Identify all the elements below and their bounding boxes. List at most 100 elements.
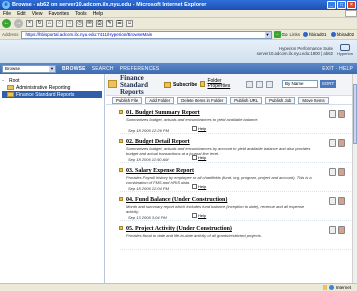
nav-exit-help[interactable]: EXIT · HELP xyxy=(322,66,357,72)
ie-logo-icon: e xyxy=(2,1,10,9)
sort-button[interactable]: SORT xyxy=(320,80,336,88)
minimize-button[interactable]: _ xyxy=(327,1,336,9)
list-item: 05. Project Activity (Under Construction… xyxy=(119,221,353,250)
report-icon xyxy=(119,168,123,172)
chevron-down-icon[interactable]: ▼ xyxy=(264,31,271,38)
sort-select[interactable]: By Name xyxy=(282,80,318,88)
publish-url-button[interactable]: Publish URL xyxy=(230,96,263,104)
app-nav: Browse ▼ BROWSE SEARCH PREFERENCES EXIT … xyxy=(0,63,357,74)
favorites-star-icon[interactable]: ☆ xyxy=(66,20,73,27)
menu-help[interactable]: Help xyxy=(93,10,103,17)
server-line: server10.adcom.ilx.nyu.edu:1800 | ab62 xyxy=(256,51,333,56)
maximize-button[interactable]: □ xyxy=(337,1,346,9)
list-view-icon[interactable] xyxy=(266,81,273,88)
main-panel: Finance Standard Reports Subscribe Folde… xyxy=(106,74,357,283)
delete-icon[interactable] xyxy=(338,168,345,176)
folder-title: Finance Standard Reports xyxy=(120,74,149,96)
browser-toolbar: ← → × ↻ ⌂ ○ ☆ ◷ ✉ ⎙ ✎ ☰ ☺ xyxy=(0,18,357,30)
address-input[interactable]: https://hbisportal.adcom.ilx.nyu.edu:741… xyxy=(20,30,272,39)
tree-item-finance-standard-reports[interactable]: Finance Standard Reports xyxy=(2,91,102,98)
document-title-link[interactable]: 04. Fund Balance (Under Construction) xyxy=(126,197,227,203)
window-titlebar: e Browse - ab62 on server10.adcom.ilx.ny… xyxy=(0,0,357,10)
print-icon[interactable]: ⎙ xyxy=(96,20,103,27)
nav-search[interactable]: SEARCH xyxy=(92,66,114,72)
help-label: Help xyxy=(198,184,207,189)
help-link[interactable]: Help xyxy=(192,184,206,189)
collapse-icon[interactable]: − xyxy=(2,78,7,83)
edit-icon[interactable]: ✎ xyxy=(106,20,113,27)
search-icon[interactable]: ○ xyxy=(56,20,63,27)
tree-item-root[interactable]: − Root xyxy=(2,77,102,84)
menu-file[interactable]: File xyxy=(3,10,11,17)
go-arrow-icon: → xyxy=(273,31,281,38)
folder-properties-link[interactable]: Folder Properties xyxy=(200,79,234,89)
windows-logo-icon xyxy=(345,10,357,17)
go-button[interactable]: → Go xyxy=(273,31,288,38)
chevron-down-icon[interactable]: ▼ xyxy=(49,65,55,72)
document-date: Sep 18 2006 12:26 PM xyxy=(128,128,169,133)
address-bar: Address https://hbisportal.adcom.ilx.nyu… xyxy=(0,30,357,40)
menu-view[interactable]: View xyxy=(32,10,43,17)
menu-tools[interactable]: Tools xyxy=(75,10,87,17)
lock-icon xyxy=(322,285,327,290)
properties-icon[interactable] xyxy=(329,168,336,176)
view-select[interactable]: Browse ▼ xyxy=(2,64,56,73)
list-item: 04. Fund Balance (Under Construction) Mo… xyxy=(119,192,353,221)
report-icon xyxy=(119,226,123,230)
link-label: hbirad02 xyxy=(336,32,355,37)
home-icon[interactable]: ⌂ xyxy=(46,20,53,27)
history-icon[interactable]: ◷ xyxy=(76,20,83,27)
help-link[interactable]: Help xyxy=(192,213,206,218)
stop-icon[interactable]: × xyxy=(26,20,33,27)
delete-icon[interactable] xyxy=(338,197,345,205)
help-link[interactable]: Help xyxy=(192,126,206,131)
scrollbar-thumb[interactable] xyxy=(353,84,357,144)
delete-icon[interactable] xyxy=(338,139,345,147)
document-title-link[interactable]: 01. Budget Summary Report xyxy=(126,110,200,116)
link-label: hbirad01 xyxy=(309,32,327,37)
discuss-icon[interactable]: ☰ xyxy=(116,20,123,27)
delete-icon[interactable] xyxy=(338,110,345,118)
report-icon xyxy=(119,197,123,201)
delete-items-button[interactable]: Delete Items in Folder xyxy=(177,96,228,104)
new-folder-icon[interactable] xyxy=(256,81,263,88)
address-url: https://hbisportal.adcom.ilx.nyu.edu:741… xyxy=(25,31,153,37)
mail-icon[interactable]: ✉ xyxy=(86,20,93,27)
document-title-link[interactable]: 05. Project Activity (Under Construction… xyxy=(126,226,232,232)
delete-icon[interactable] xyxy=(338,226,345,234)
properties-icon[interactable] xyxy=(329,226,336,234)
messenger-icon[interactable]: ☺ xyxy=(126,20,133,27)
document-title-link[interactable]: 02. Budget Detail Report xyxy=(126,139,190,145)
properties-icon[interactable] xyxy=(329,197,336,205)
zone-label: Internet xyxy=(335,285,351,290)
close-button[interactable]: × xyxy=(347,1,356,9)
tree-item-administrative-reporting[interactable]: Administrative Reporting xyxy=(2,84,102,91)
forward-arrow-icon[interactable]: → xyxy=(14,19,23,28)
publish-file-button[interactable]: Publish File xyxy=(112,96,143,104)
menu-favorites[interactable]: Favorites xyxy=(48,10,69,17)
security-zone: Internet xyxy=(322,284,351,291)
refresh-icon[interactable]: ↻ xyxy=(36,20,43,27)
vertical-scrollbar[interactable] xyxy=(352,74,357,283)
document-description: Provides Payroll history by employee or … xyxy=(126,175,312,185)
move-items-button[interactable]: Move Items xyxy=(298,96,329,104)
menu-edit[interactable]: Edit xyxy=(17,10,26,17)
link-hbirad01[interactable]: hbirad01 xyxy=(302,32,328,37)
back-arrow-icon[interactable]: ← xyxy=(2,19,11,28)
tree-item-label: Administrative Reporting xyxy=(16,84,71,91)
properties-icon[interactable] xyxy=(329,110,336,118)
help-link[interactable]: Help xyxy=(192,155,206,160)
window-controls: _ □ × xyxy=(327,1,356,9)
tree-item-label: Finance Standard Reports xyxy=(16,91,75,98)
publish-job-button[interactable]: Publish Job xyxy=(265,96,296,104)
report-icon xyxy=(119,110,123,114)
nav-browse[interactable]: BROWSE xyxy=(62,66,86,72)
subscribe-link[interactable]: Subscribe xyxy=(164,82,197,88)
link-hbirad02[interactable]: hbirad02 xyxy=(330,32,356,37)
document-title-link[interactable]: 03. Salary Expense Report xyxy=(126,168,194,174)
hyperion-logo-icon xyxy=(340,44,350,51)
properties-icon[interactable] xyxy=(329,139,336,147)
add-folder-button[interactable]: Add Folder xyxy=(145,96,175,104)
nav-preferences[interactable]: PREFERENCES xyxy=(120,66,160,72)
up-folder-icon[interactable] xyxy=(246,81,253,88)
